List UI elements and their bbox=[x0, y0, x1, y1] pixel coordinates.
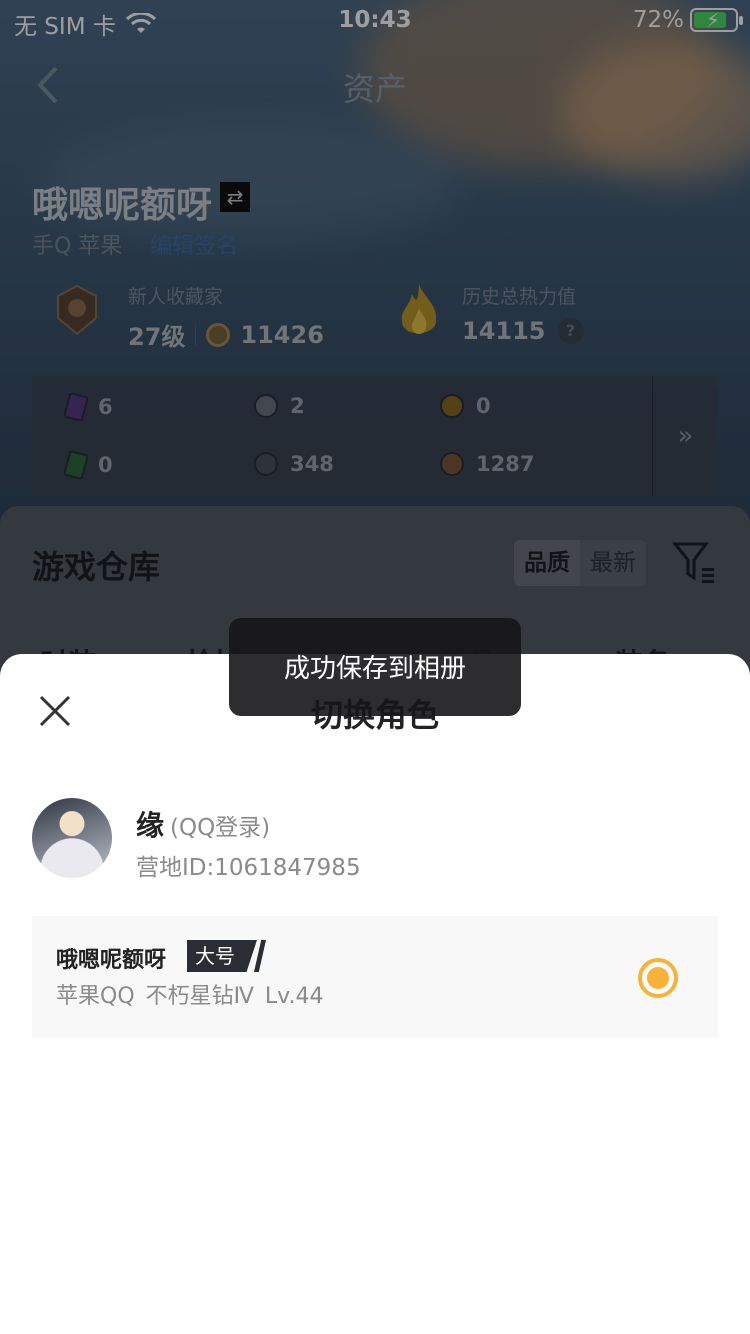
account-name: 缘 bbox=[136, 809, 165, 842]
camp-id: 营地ID:1061847985 bbox=[136, 855, 361, 881]
switch-role-sheet: 切换角色 缘 (QQ登录) 营地ID:1061847985 哦嗯呢额呀 大号 苹… bbox=[0, 654, 750, 1334]
avatar bbox=[32, 798, 112, 878]
role-info: 苹果QQ 不朽星钻Ⅳ Lv.44 bbox=[56, 984, 324, 1009]
role-name: 哦嗯呢额呀 bbox=[56, 948, 167, 973]
toast: 成功保存到相册 bbox=[229, 618, 521, 716]
login-type: (QQ登录) bbox=[170, 815, 271, 841]
role-item[interactable]: 哦嗯呢额呀 大号 苹果QQ 不朽星钻Ⅳ Lv.44 bbox=[32, 916, 718, 1038]
main-account-badge: 大号 bbox=[187, 940, 257, 972]
selected-radio-icon[interactable] bbox=[638, 958, 678, 998]
